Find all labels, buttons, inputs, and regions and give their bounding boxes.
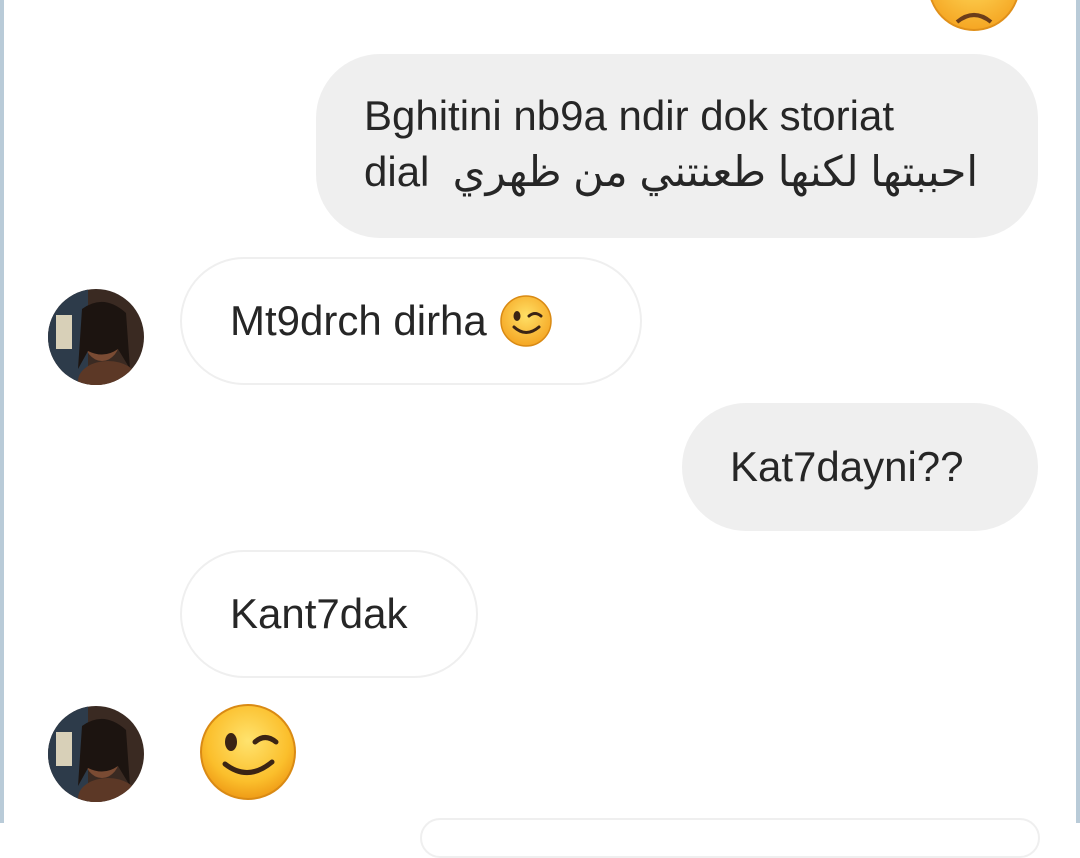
message-bubble-incoming[interactable]: Kant7dak xyxy=(180,550,478,678)
reaction-emoji-partial-icon xyxy=(930,0,1018,31)
window-edge-left xyxy=(0,0,4,823)
window-edge-right xyxy=(1076,0,1080,823)
message-text-latin: dial xyxy=(364,148,430,195)
message-bubble-outgoing[interactable]: Bghitini nb9a ndir dok storiat dial احبب… xyxy=(316,54,1038,238)
message-bubble-partial xyxy=(420,818,1040,858)
message-text: Kat7dayni?? xyxy=(730,443,964,490)
avatar[interactable] xyxy=(48,706,144,802)
message-text-line2: dial احببتها لكنها طعنتني من ظهري xyxy=(364,144,978,200)
winking-face-icon[interactable] xyxy=(198,702,298,802)
message-text: Mt9drch dirha xyxy=(230,297,487,344)
message-text: Kant7dak xyxy=(230,590,408,637)
avatar[interactable] xyxy=(48,289,144,385)
winking-face-icon xyxy=(500,295,552,347)
avatar-image xyxy=(48,706,144,802)
message-text-arabic: احببتها لكنها طعنتني من ظهري xyxy=(452,148,978,195)
message-bubble-outgoing[interactable]: Kat7dayni?? xyxy=(682,403,1038,531)
message-text: Bghitini nb9a ndir dok storiat xyxy=(364,92,894,139)
avatar-image xyxy=(48,289,144,385)
message-bubble-incoming[interactable]: Mt9drch dirha xyxy=(180,257,642,385)
